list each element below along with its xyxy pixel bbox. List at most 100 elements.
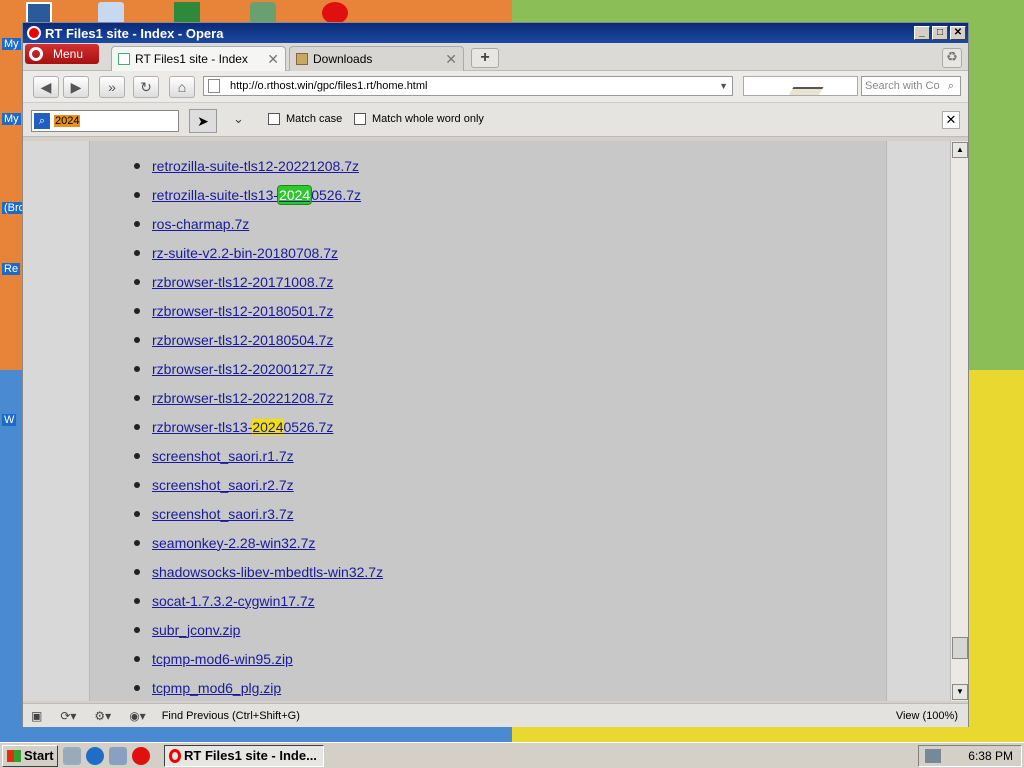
taskbar-opera-button[interactable]: RT Files1 site - Inde... — [164, 744, 324, 767]
file-link[interactable]: tcpmp_mod6_plg.zip — [152, 680, 281, 696]
desktop-label[interactable]: My — [2, 38, 21, 50]
list-item: subr_jconv.zip — [134, 615, 383, 644]
bullet — [134, 162, 140, 169]
bullet — [134, 394, 140, 401]
find-next-button[interactable]: ➤ — [189, 109, 217, 133]
home-button[interactable]: ⌂ — [169, 76, 195, 98]
taskbar: Start RT Files1 site - Inde... 6:38 PM — [0, 742, 1024, 768]
find-options-chevron-icon[interactable]: ⌄ — [233, 111, 244, 127]
close-window-button[interactable]: ✕ — [950, 26, 966, 40]
file-link-part: 0526.7z — [283, 418, 334, 435]
start-button[interactable]: Start — [2, 744, 58, 767]
chevron-down-icon[interactable]: ▼ — [719, 81, 732, 91]
opera-quicklaunch-icon[interactable] — [132, 746, 150, 765]
tab-close-icon[interactable]: ✕ — [445, 51, 457, 68]
bullet — [134, 655, 140, 662]
back-button[interactable]: ◀ — [33, 76, 59, 98]
search-input[interactable]: Search with Co ⌕ — [861, 76, 961, 96]
file-link[interactable]: screenshot_saori.r3.7z — [152, 506, 294, 522]
back-arrow-icon: ◀ — [40, 79, 52, 95]
maximize-button[interactable]: □ — [932, 26, 948, 40]
file-link[interactable]: rzbrowser-tls13-20240526.7z — [152, 418, 334, 435]
search-icon[interactable]: ⌕ — [942, 80, 960, 93]
menu-label: Menu — [53, 47, 84, 61]
show-desktop-icon[interactable] — [63, 746, 81, 765]
reload-button[interactable]: ↻ — [133, 76, 159, 98]
file-link[interactable]: rz-suite-v2.2-bin-20180708.7z — [152, 245, 338, 261]
tab-close-icon[interactable]: ✕ — [267, 51, 279, 68]
file-link[interactable]: socat-1.7.3.2-cygwin17.7z — [152, 593, 315, 609]
whole-word-checkbox[interactable]: Match whole word only — [354, 113, 484, 125]
desktop-label[interactable]: My — [2, 113, 21, 125]
file-link[interactable]: shadowsocks-libev-mbedtls-win32.7z — [152, 564, 383, 580]
navigation-bar: ◀ ▶ » ↻ ⌂ http://o.rthost.win/gpc/files1… — [23, 71, 968, 103]
tab-downloads[interactable]: Downloads ✕ — [289, 46, 464, 71]
turbo-icon[interactable]: ◉▾ — [129, 709, 146, 723]
sync-icon[interactable]: ⟳▾ — [60, 709, 76, 723]
find-query[interactable]: 2024 — [54, 115, 81, 127]
bullet — [134, 481, 140, 488]
fast-forward-button[interactable]: » — [99, 76, 125, 98]
list-item: shadowsocks-libev-mbedtls-win32.7z — [134, 557, 383, 586]
scroll-down-icon[interactable]: ▼ — [952, 684, 968, 700]
file-link[interactable]: rzbrowser-tls12-20180501.7z — [152, 303, 333, 319]
minimize-button[interactable]: _ — [914, 26, 930, 40]
vertical-scrollbar[interactable]: ▲ ▼ — [950, 141, 968, 701]
match-case-checkbox[interactable]: Match case — [268, 113, 342, 125]
excel-icon[interactable] — [174, 2, 200, 24]
file-link[interactable]: rzbrowser-tls12-20200127.7z — [152, 361, 333, 377]
file-link[interactable]: subr_jconv.zip — [152, 622, 240, 638]
scroll-thumb[interactable] — [952, 637, 968, 659]
bullet — [134, 452, 140, 459]
closed-tabs-trash-icon[interactable]: ♻ — [942, 48, 962, 68]
find-bar: ⌕ 2024 ➤ ⌄ Match case Match whole word o… — [23, 103, 968, 137]
network-icon[interactable] — [109, 746, 127, 765]
bullet — [134, 191, 140, 198]
scroll-up-icon[interactable]: ▲ — [952, 142, 968, 158]
find-input[interactable]: ⌕ 2024 — [31, 110, 179, 132]
close-find-bar-button[interactable]: ✕ — [942, 111, 960, 129]
zoom-control[interactable]: View (100%) — [896, 710, 958, 722]
scheduler-icon[interactable] — [250, 2, 276, 24]
bullet — [134, 220, 140, 227]
file-link[interactable]: rzbrowser-tls12-20221208.7z — [152, 390, 333, 406]
file-link[interactable]: retrozilla-suite-tls12-20221208.7z — [152, 158, 359, 174]
url-text[interactable]: http://o.rthost.win/gpc/files1.rt/home.h… — [230, 80, 719, 92]
list-item: rzbrowser-tls12-20180501.7z — [134, 296, 383, 325]
file-link[interactable]: screenshot_saori.r1.7z — [152, 448, 294, 464]
desktop-label[interactable]: Re — [2, 263, 21, 275]
my-computer-icon[interactable] — [26, 2, 52, 24]
checkbox-box[interactable] — [354, 113, 366, 125]
title-bar[interactable]: RT Files1 site - Index - Opera _ □ ✕ — [23, 23, 968, 43]
panel-toggle-icon[interactable]: ▣ — [31, 709, 42, 723]
file-link[interactable]: seamonkey-2.28-win32.7z — [152, 535, 315, 551]
list-item: rzbrowser-tls12-20221208.7z — [134, 383, 383, 412]
new-tab-button[interactable]: + — [471, 48, 499, 68]
page-body: retrozilla-suite-tls12-20221208.7z retro… — [89, 141, 887, 701]
opera-menu-button[interactable]: Menu — [25, 44, 99, 64]
page-content: retrozilla-suite-tls12-20221208.7z retro… — [23, 141, 950, 701]
list-item: rzbrowser-tls13-20240526.7z — [134, 412, 383, 441]
file-link[interactable]: rzbrowser-tls12-20180504.7z — [152, 332, 333, 348]
file-link[interactable]: ros-charmap.7z — [152, 216, 249, 232]
file-link[interactable]: screenshot_saori.r2.7z — [152, 477, 294, 493]
desktop-label[interactable]: W — [2, 414, 17, 426]
opera-desktop-icon[interactable] — [322, 2, 348, 24]
outlook-icon[interactable] — [98, 2, 124, 24]
tray-icon[interactable] — [925, 748, 941, 763]
file-link[interactable]: rzbrowser-tls12-20171008.7z — [152, 274, 333, 290]
list-item: ros-charmap.7z — [134, 209, 383, 238]
file-link[interactable]: tcpmp-mod6-win95.zip — [152, 651, 293, 667]
tab-rt-files1[interactable]: RT Files1 site - Index ✕ — [111, 46, 286, 71]
address-bar[interactable]: http://o.rthost.win/gpc/files1.rt/home.h… — [203, 76, 733, 96]
home-icon: ⌂ — [177, 79, 187, 95]
internet-explorer-icon[interactable] — [86, 746, 104, 765]
checkbox-box[interactable] — [268, 113, 280, 125]
unite-icon[interactable]: ⚙▾ — [94, 709, 111, 723]
forward-button[interactable]: ▶ — [63, 76, 89, 98]
file-link[interactable]: retrozilla-suite-tls13-20240526.7z — [152, 184, 361, 205]
clock[interactable]: 6:38 PM — [968, 749, 1013, 763]
bullet — [134, 597, 140, 604]
system-tray: 6:38 PM — [918, 744, 1022, 767]
bullet — [134, 568, 140, 575]
